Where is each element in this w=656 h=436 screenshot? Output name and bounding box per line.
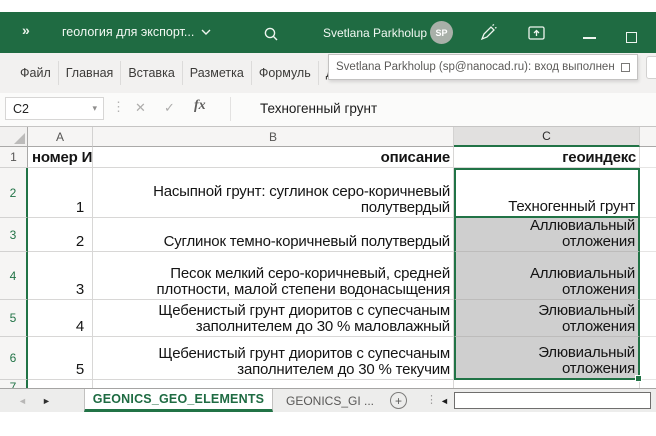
cell-b2[interactable]: Насыпной грунт: суглинок серо-коричневый… [93, 168, 454, 218]
cell-c5[interactable]: Элювиальный отложения [454, 300, 640, 337]
row-header-7[interactable]: 7 [0, 380, 28, 388]
cell-a5[interactable]: 4 [28, 300, 93, 337]
cell-a7[interactable] [28, 380, 93, 388]
sheet-tab-geonics-geo-elements[interactable]: GEONICS_GEO_ELEMENTS [84, 389, 273, 412]
ribbon-tab-home[interactable]: Главная [58, 61, 121, 85]
cell-a4[interactable]: 3 [28, 252, 93, 300]
sheet-nav-right-icon[interactable]: ► [42, 396, 51, 406]
cell-sliver-2[interactable] [640, 168, 656, 218]
cell-a1[interactable]: номер ИГЭ [28, 147, 93, 168]
ribbon-tab-file[interactable]: Файл [13, 61, 58, 85]
avatar[interactable]: SP [430, 21, 453, 44]
cell-b7[interactable] [93, 380, 454, 388]
ribbon-tab-page-layout[interactable]: Разметка [182, 61, 251, 85]
cell-c6[interactable]: Элювиальный отложения [454, 337, 640, 380]
window-bottom-strip [0, 412, 656, 436]
search-icon[interactable] [263, 26, 279, 42]
cell-sliver-7[interactable] [640, 380, 656, 388]
minimize-button[interactable] [583, 37, 596, 39]
cell-c2-active[interactable]: Техногенный грунт [454, 168, 640, 218]
ribbon-tab-row: Файл Главная Вставка Разметка Формуль Д … [0, 53, 656, 93]
column-header-b[interactable]: B [93, 127, 454, 147]
feedback-pen-icon[interactable] [479, 24, 497, 42]
name-box-value: C2 [6, 102, 92, 116]
column-header-a[interactable]: A [28, 127, 93, 147]
cell-b5[interactable]: Щебенистый грунт диоритов с супесчаным з… [93, 300, 454, 337]
row-header-5[interactable]: 5 [0, 300, 28, 337]
cell-c7[interactable] [454, 380, 640, 388]
row-header-6[interactable]: 6 [0, 337, 28, 380]
cell-sliver-3[interactable] [640, 218, 656, 252]
chevron-down-icon [201, 29, 211, 35]
cell-sliver-4[interactable] [640, 252, 656, 300]
account-signin-tooltip: Svetlana Parkholup (sp@nanocad.ru): вход… [328, 54, 638, 80]
titlebar: » геология для экспорт... Svetlana Parkh… [0, 12, 656, 53]
insert-function-icon[interactable]: fx [194, 98, 206, 114]
tooltip-text: Svetlana Parkholup (sp@nanocad.ru): вход… [336, 61, 615, 73]
maximize-button[interactable] [626, 32, 637, 43]
workbook-title[interactable]: геология для экспорт... [62, 25, 211, 39]
horizontal-scrollbar[interactable] [454, 392, 651, 409]
window-top-strip [0, 0, 656, 12]
cell-b3[interactable]: Суглинок темно-коричневый полутвердый [93, 218, 454, 252]
new-sheet-button[interactable]: + [390, 392, 407, 409]
formula-input[interactable]: Техногенный грунт [260, 101, 377, 116]
select-all-corner[interactable] [0, 127, 28, 147]
cell-sliver-6[interactable] [640, 337, 656, 380]
quick-access-overflow-icon[interactable]: » [22, 22, 31, 38]
sheet-tab-geonics-gi[interactable]: GEONICS_GI ... [274, 389, 386, 412]
ribbon-tab-formulas[interactable]: Формуль [251, 61, 318, 85]
ribbon-edge-button[interactable] [646, 56, 656, 79]
row-header-1[interactable]: 1 [0, 147, 28, 168]
ribbon-display-options-icon[interactable] [528, 26, 545, 40]
cell-c4[interactable]: Аллювиальный отложения [454, 252, 640, 300]
cancel-icon[interactable]: ✕ [135, 100, 146, 116]
row-header-3[interactable]: 3 [0, 218, 28, 252]
cell-sliver-1[interactable] [640, 147, 656, 168]
formula-bar-grip-icon[interactable]: ⋮ [112, 99, 125, 115]
fill-handle[interactable] [635, 375, 642, 382]
popout-icon [621, 63, 630, 72]
cell-a3[interactable]: 2 [28, 218, 93, 252]
sheetbar-grip-icon[interactable]: ⋮ [426, 393, 437, 406]
cell-c1[interactable]: геоиндекс [454, 147, 640, 168]
name-box-caret-icon[interactable]: ▾ [92, 103, 103, 114]
cell-a2[interactable]: 1 [28, 168, 93, 218]
cell-b4[interactable]: Песок мелкий серо-коричневый, средней пл… [93, 252, 454, 300]
enter-icon[interactable]: ✓ [164, 100, 175, 116]
cell-b6[interactable]: Щебенистый грунт диоритов с супесчаным з… [93, 337, 454, 380]
formula-bar: C2 ▾ ⋮ ✕ ✓ fx Техногенный грунт [0, 93, 656, 127]
sheet-nav-left-icon[interactable]: ◄ [18, 396, 27, 406]
row-header-4[interactable]: 4 [0, 252, 28, 300]
column-header-c[interactable]: C [454, 127, 640, 147]
cell-sliver-5[interactable] [640, 300, 656, 337]
spreadsheet-grid: A B C 1 номер ИГЭ описание геоиндекс 2 1… [0, 127, 656, 388]
cell-b1[interactable]: описание [93, 147, 454, 168]
hscroll-left-icon[interactable]: ◄ [440, 396, 449, 406]
workbook-title-text: геология для экспорт... [62, 25, 194, 39]
column-header-sliver [640, 127, 656, 147]
ribbon-tab-insert[interactable]: Вставка [120, 61, 181, 85]
row-header-2[interactable]: 2 [0, 168, 28, 218]
name-box[interactable]: C2 ▾ [5, 97, 104, 120]
sheet-tab-bar: ◄ ► GEONICS_GEO_ELEMENTS GEONICS_GI ... … [0, 388, 656, 412]
formula-bar-separator [230, 97, 231, 121]
account-name[interactable]: Svetlana Parkholup [323, 26, 427, 40]
cell-a6[interactable]: 5 [28, 337, 93, 380]
cell-c3[interactable]: Аллювиальный отложения [454, 218, 640, 252]
